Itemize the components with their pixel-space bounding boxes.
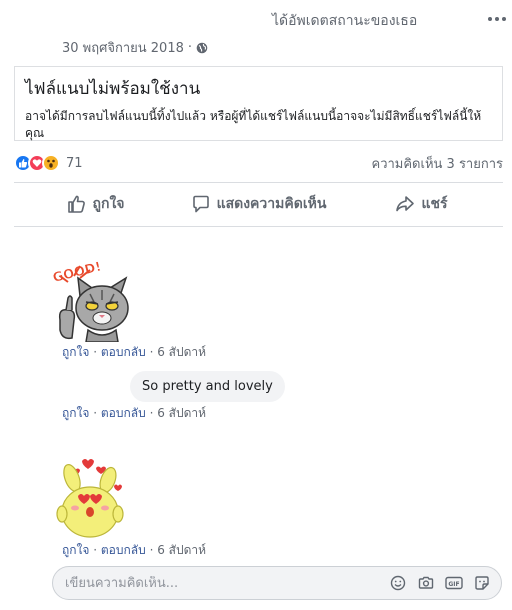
separator-dot: · bbox=[187, 40, 193, 55]
like-button-label: ถูกใจ bbox=[92, 196, 125, 212]
comment-like-link[interactable]: ถูกใจ bbox=[62, 543, 89, 557]
attachment-unavailable-box: ไฟล์แนบไม่พร้อมใช้งาน อาจได้มีการลบไฟล์แ… bbox=[14, 66, 503, 141]
separator-dot: · bbox=[93, 406, 101, 420]
gif-icon[interactable]: GIF bbox=[445, 574, 463, 592]
post-card: ได้อัพเดตสถานะของเธอ 30 พฤศจิกายน 2018 ·… bbox=[0, 0, 512, 610]
comment-button-label: แสดงความคิดเห็น bbox=[216, 196, 327, 212]
separator-dot: · bbox=[93, 345, 101, 359]
comment-like-link[interactable]: ถูกใจ bbox=[62, 345, 89, 359]
good-cat-sticker[interactable]: GOOD! bbox=[50, 258, 142, 342]
camera-icon[interactable] bbox=[417, 574, 435, 592]
share-icon bbox=[396, 196, 415, 212]
sticker-text: GOOD! bbox=[51, 260, 103, 287]
comment-bubble: So pretty and lovely bbox=[130, 371, 285, 402]
love-bunny-sticker[interactable] bbox=[52, 456, 132, 538]
comment-composer: GIF bbox=[52, 566, 502, 600]
more-options-icon[interactable] bbox=[484, 8, 510, 30]
reaction-stats: 71 ความคิดเห็น 3 รายการ bbox=[14, 152, 503, 174]
comment-button[interactable]: แสดงความคิดเห็น bbox=[177, 186, 340, 222]
comment-like-link[interactable]: ถูกใจ bbox=[62, 406, 89, 420]
reaction-count: 71 bbox=[66, 155, 83, 171]
composer-icons: GIF bbox=[389, 574, 501, 592]
divider bbox=[14, 182, 503, 183]
reactions-summary[interactable]: 71 bbox=[14, 154, 83, 172]
comment-icon bbox=[192, 195, 209, 213]
share-button-label: แชร์ bbox=[421, 196, 448, 212]
comment-text: So pretty and lovely bbox=[142, 379, 273, 394]
comment-meta: ถูกใจ · ตอบกลับ · 6 สัปดาห์ bbox=[62, 541, 206, 560]
emoji-icon[interactable] bbox=[389, 574, 407, 592]
sticker-icon[interactable] bbox=[473, 574, 491, 592]
comment-time[interactable]: 6 สัปดาห์ bbox=[157, 543, 206, 557]
timestamp[interactable]: 30 พฤศจิกายน 2018 bbox=[62, 37, 184, 58]
svg-text:GIF: GIF bbox=[448, 581, 459, 588]
like-button[interactable]: ถูกใจ bbox=[14, 186, 177, 222]
globe-icon[interactable] bbox=[196, 42, 208, 54]
comment-time[interactable]: 6 สัปดาห์ bbox=[157, 345, 206, 359]
comment-meta: ถูกใจ · ตอบกลับ · 6 สัปดาห์ bbox=[62, 343, 206, 362]
comment-reply-link[interactable]: ตอบกลับ bbox=[101, 406, 146, 420]
comment-count[interactable]: ความคิดเห็น 3 รายการ bbox=[372, 153, 504, 174]
comment-time[interactable]: 6 สัปดาห์ bbox=[157, 406, 206, 420]
comment-reply-link[interactable]: ตอบกลับ bbox=[101, 543, 146, 557]
comment-meta: ถูกใจ · ตอบกลับ · 6 สัปดาห์ bbox=[62, 404, 206, 423]
share-button[interactable]: แชร์ bbox=[340, 186, 503, 222]
post-meta: 30 พฤศจิกายน 2018 · bbox=[62, 37, 208, 58]
comment-reply-link[interactable]: ตอบกลับ bbox=[101, 345, 146, 359]
comment-input[interactable] bbox=[65, 575, 389, 591]
separator-dot: · bbox=[93, 543, 101, 557]
attachment-description: อาจได้มีการลบไฟล์แนบนี้ทิ้งไปแล้ว หรือผู… bbox=[25, 109, 482, 140]
action-bar: ถูกใจ แสดงความคิดเห็น แชร์ bbox=[14, 186, 503, 222]
thumbs-up-icon bbox=[67, 195, 85, 213]
status-text: ได้อัพเดตสถานะของเธอ bbox=[272, 13, 418, 29]
divider bbox=[14, 226, 503, 227]
wow-reaction-icon bbox=[42, 154, 60, 172]
attachment-title: ไฟล์แนบไม่พร้อมใช้งาน bbox=[25, 79, 201, 99]
